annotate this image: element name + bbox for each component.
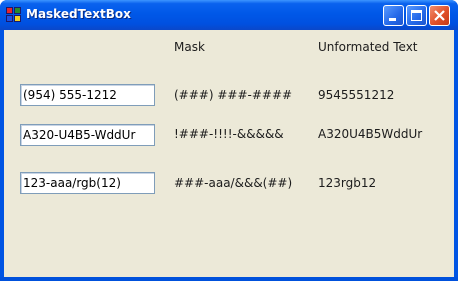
app-icon[interactable] bbox=[6, 7, 22, 23]
app-window: MaskedTextBox Mask Unformated Text (954)… bbox=[0, 0, 458, 281]
app-icon-yellow-square bbox=[14, 15, 21, 22]
app-icon-blue-square bbox=[6, 15, 13, 22]
masked-textbox-code[interactable]: A320-U4B5-WddUr bbox=[20, 124, 155, 146]
maximize-icon bbox=[411, 10, 422, 21]
mask-label-phone: (###) ###-#### bbox=[174, 88, 293, 102]
mask-label-code: !###-!!!!-&&&&& bbox=[174, 127, 284, 141]
unformatted-header: Unformated Text bbox=[318, 40, 418, 54]
minimize-button[interactable] bbox=[383, 5, 404, 26]
mask-label-mixed: ###-aaa/&&&(##) bbox=[174, 176, 293, 190]
window-title: MaskedTextBox bbox=[26, 7, 131, 21]
unformatted-label-phone: 9545551212 bbox=[318, 88, 395, 102]
app-icon-red-square bbox=[6, 7, 13, 14]
close-button[interactable] bbox=[429, 5, 450, 26]
maximize-button[interactable] bbox=[406, 5, 427, 26]
masked-textbox-mixed[interactable]: 123-aaa/rgb(12) bbox=[20, 172, 155, 194]
window-bottom-border bbox=[0, 277, 458, 281]
unformatted-label-mixed: 123rgb12 bbox=[318, 176, 377, 190]
minimize-icon bbox=[389, 18, 396, 21]
form-client-area: Mask Unformated Text (954) 555-1212 (###… bbox=[4, 30, 454, 277]
unformatted-label-code: A320U4B5WddUr bbox=[318, 127, 423, 141]
close-icon bbox=[434, 10, 445, 21]
mask-header: Mask bbox=[174, 40, 205, 54]
app-icon-green-square bbox=[14, 7, 21, 14]
title-bar[interactable]: MaskedTextBox bbox=[0, 0, 458, 30]
masked-textbox-phone[interactable]: (954) 555-1212 bbox=[20, 84, 155, 106]
